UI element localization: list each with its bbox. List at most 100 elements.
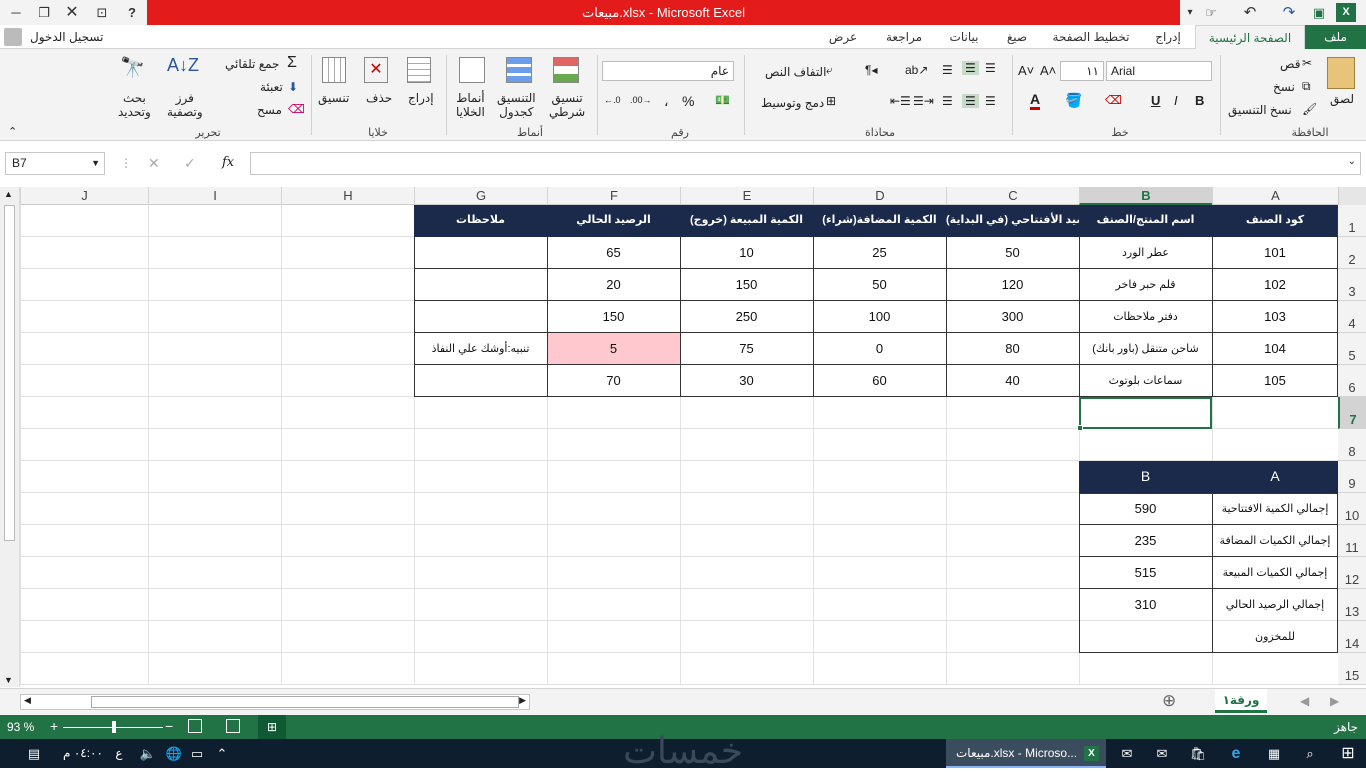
table-cell[interactable]: دفتر ملاحظات	[1079, 301, 1212, 333]
table-cell[interactable]: 75	[680, 333, 813, 365]
cell-styles-button[interactable]: أنماط الخلايا	[456, 91, 485, 119]
table-row-code-cell[interactable]: 102	[1212, 269, 1338, 301]
table-header-cell[interactable]: اسم المنتج/الصنف	[1079, 205, 1212, 237]
row-header-6[interactable]: 6	[1338, 365, 1366, 397]
outlook-icon[interactable]: ✉	[1115, 739, 1139, 768]
format-as-table-icon[interactable]	[506, 57, 532, 83]
explorer-icon[interactable]: ▦	[1262, 739, 1286, 768]
name-box-dropdown-icon[interactable]: ▼	[91, 153, 100, 174]
row-header-15[interactable]: 15	[1338, 653, 1366, 685]
summary-cell[interactable]: 590	[1079, 493, 1212, 525]
insert-cells-button[interactable]: إدراج	[408, 91, 434, 105]
format-cells-button[interactable]: تنسيق	[318, 91, 349, 105]
scroll-down-icon[interactable]: ▼	[4, 675, 13, 685]
table-row-code-cell[interactable]: 101	[1212, 237, 1338, 269]
network-icon[interactable]: 🌐	[164, 739, 184, 768]
minimize-button[interactable]: ─	[6, 3, 26, 22]
table-cell[interactable]: تنبيه:أوشك علي النفاذ	[414, 333, 547, 365]
touch-mode-icon[interactable]: ☞	[1201, 3, 1221, 22]
store-icon[interactable]: 🛍	[1186, 739, 1210, 768]
decrease-decimal-icon[interactable]: .00→	[630, 95, 652, 105]
insert-cells-icon[interactable]	[407, 57, 431, 83]
table-cell[interactable]: 10	[680, 237, 813, 269]
table-cell[interactable]: 65	[547, 237, 680, 269]
table-cell[interactable]: 50	[946, 237, 1079, 269]
accounting-format-icon[interactable]: 💵	[715, 93, 730, 107]
tab-home[interactable]: الصفحة الرئيسية	[1195, 25, 1305, 50]
table-cell[interactable]: 80	[946, 333, 1079, 365]
row-header-1[interactable]: 1	[1338, 205, 1366, 237]
tab-file[interactable]: ملف	[1305, 25, 1366, 49]
table-cell[interactable]: 30	[680, 365, 813, 397]
table-cell[interactable]: 100	[813, 301, 946, 333]
row-header-10[interactable]: 10	[1338, 493, 1366, 525]
name-box[interactable]: B7 ▼	[5, 152, 105, 175]
column-header-f[interactable]: F	[547, 187, 680, 205]
table-row-code-cell[interactable]: 105	[1212, 365, 1338, 397]
align-bottom-icon[interactable]: ☰	[942, 63, 953, 77]
fill-handle[interactable]	[1077, 425, 1083, 431]
format-as-table-button[interactable]: التنسيق كجدول	[497, 91, 536, 119]
table-cell[interactable]: 150	[547, 301, 680, 333]
sheet-nav-next-icon[interactable]: ▶	[1330, 694, 1339, 708]
show-hidden-icons[interactable]: ⌃	[212, 739, 232, 768]
italic-button[interactable]: I	[1174, 93, 1178, 108]
summary-cell[interactable]: 515	[1079, 557, 1212, 589]
scroll-right-icon[interactable]: ▶	[519, 695, 526, 706]
scroll-left-icon[interactable]: ◀	[24, 695, 31, 706]
fill-color-icon[interactable]: 🪣	[1065, 92, 1082, 109]
table-cell[interactable]	[414, 365, 547, 397]
column-header-g[interactable]: G	[414, 187, 547, 205]
table-cell[interactable]: 25	[813, 237, 946, 269]
find-select-button[interactable]: بحث وتحديد	[118, 91, 151, 119]
summary-cell[interactable]: للمخزون	[1212, 621, 1338, 653]
summary-cell[interactable]: 310	[1079, 589, 1212, 621]
edge-icon[interactable]: e	[1224, 739, 1248, 768]
formula-input[interactable]: ⌄	[250, 152, 1361, 175]
row-header-13[interactable]: 13	[1338, 589, 1366, 621]
table-cell[interactable]: 0	[813, 333, 946, 365]
zoom-out-icon[interactable]: −	[165, 718, 173, 734]
orientation-icon[interactable]: ab↗	[905, 63, 928, 77]
sort-filter-button[interactable]: فرز وتصفية	[167, 91, 203, 119]
tab-view[interactable]: عرض	[813, 25, 873, 49]
clear-button[interactable]: مسح	[257, 103, 282, 117]
summary-cell[interactable]: إجمالي الكميات المضافة	[1212, 525, 1338, 557]
rtl-icon[interactable]: ¶◂	[865, 63, 877, 77]
table-cell[interactable]: 70	[547, 365, 680, 397]
underline-button[interactable]: U	[1151, 93, 1160, 108]
row-header-8[interactable]: 8	[1338, 429, 1366, 461]
input-language[interactable]: ع	[112, 739, 126, 768]
table-row-code-cell[interactable]: 104	[1212, 333, 1338, 365]
collapse-ribbon-icon[interactable]: ⌃	[8, 125, 17, 138]
table-header-cell[interactable]: الكمية المضافة(شراء)	[813, 205, 946, 237]
help-icon[interactable]: ?	[122, 3, 142, 22]
paste-icon[interactable]	[1327, 57, 1355, 89]
taskbar-excel-window[interactable]: مبيعات.xlsx - Microso... X	[946, 739, 1106, 768]
summary-cell[interactable]	[1079, 621, 1212, 653]
horizontal-scroll-thumb[interactable]	[91, 696, 519, 708]
insert-function-icon[interactable]: fx	[222, 155, 234, 170]
paste-button[interactable]: لصق	[1330, 92, 1354, 106]
column-header-e[interactable]: E	[680, 187, 813, 205]
table-cell[interactable]: 60	[813, 365, 946, 397]
tab-review[interactable]: مراجعة	[873, 25, 935, 49]
delete-cells-button[interactable]: حذف	[366, 91, 392, 105]
start-icon[interactable]: ⊞	[1334, 739, 1362, 768]
zoom-in-icon[interactable]: +	[50, 718, 58, 734]
bold-button[interactable]: B	[1195, 93, 1204, 108]
scroll-up-icon[interactable]: ▲	[4, 189, 13, 199]
mail-icon[interactable]: ✉	[1150, 739, 1174, 768]
summary-header-cell[interactable]: B	[1079, 461, 1212, 493]
tab-formulas[interactable]: صيغ	[993, 25, 1041, 49]
copy-button[interactable]: نسخ	[1273, 80, 1295, 94]
sort-filter-icon[interactable]: A↓Z	[167, 55, 199, 76]
borders-icon[interactable]: ⌫	[1105, 93, 1122, 107]
summary-cell[interactable]: إجمالي الكمية الافتتاحية	[1212, 493, 1338, 525]
number-format-combo[interactable]: عام	[602, 61, 734, 81]
ribbon-display-icon[interactable]: ⊡	[92, 3, 112, 22]
row-header-5[interactable]: 5	[1338, 333, 1366, 365]
column-header-j[interactable]: J	[20, 187, 148, 205]
clock[interactable]: ٠٤:٠٠ م	[58, 739, 108, 768]
table-cell[interactable]: 120	[946, 269, 1079, 301]
